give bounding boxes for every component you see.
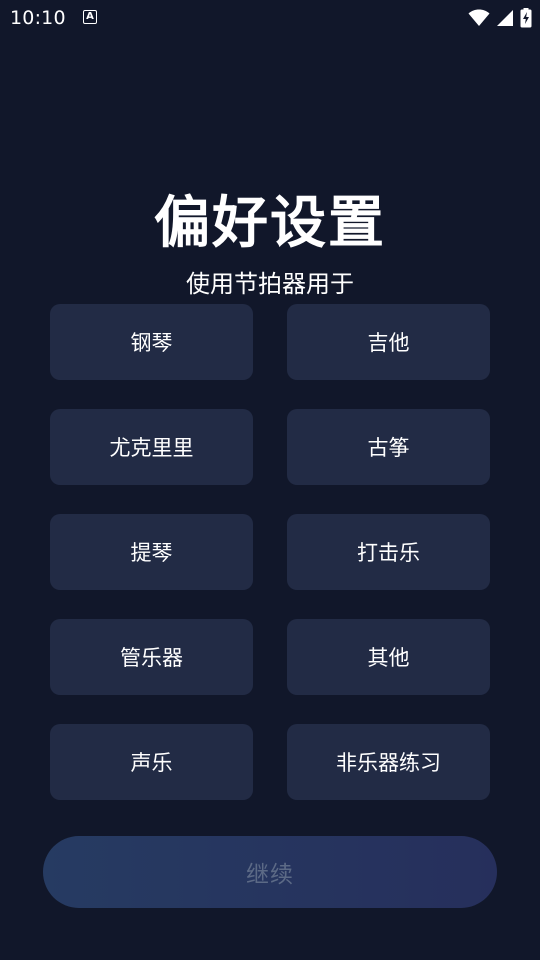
- option-guitar-button[interactable]: 吉他: [287, 304, 490, 380]
- status-icons: [468, 8, 532, 28]
- option-piano-button[interactable]: 钢琴: [50, 304, 253, 380]
- signal-icon: [496, 9, 514, 27]
- continue-button[interactable]: 继续: [43, 836, 497, 908]
- option-wind-instrument-button[interactable]: 管乐器: [50, 619, 253, 695]
- option-other-button[interactable]: 其他: [287, 619, 490, 695]
- battery-icon: [520, 8, 532, 28]
- status-time: 10:10: [10, 7, 66, 29]
- option-vocal-button[interactable]: 声乐: [50, 724, 253, 800]
- text-notification-icon: A: [83, 10, 97, 24]
- page-title: 偏好设置: [154, 191, 386, 256]
- status-bar: 10:10 A: [0, 0, 540, 36]
- option-guzheng-button[interactable]: 古筝: [287, 409, 490, 485]
- option-ukulele-button[interactable]: 尤克里里: [50, 409, 253, 485]
- wifi-icon: [468, 9, 490, 27]
- page-subtitle: 使用节拍器用于: [186, 270, 354, 298]
- option-percussion-button[interactable]: 打击乐: [287, 514, 490, 590]
- option-non-instrument-practice-button[interactable]: 非乐器练习: [287, 724, 490, 800]
- option-violin-button[interactable]: 提琴: [50, 514, 253, 590]
- instrument-options-grid: 钢琴 吉他 尤克里里 古筝 提琴 打击乐 管乐器 其他 声乐 非乐器练习: [50, 304, 490, 800]
